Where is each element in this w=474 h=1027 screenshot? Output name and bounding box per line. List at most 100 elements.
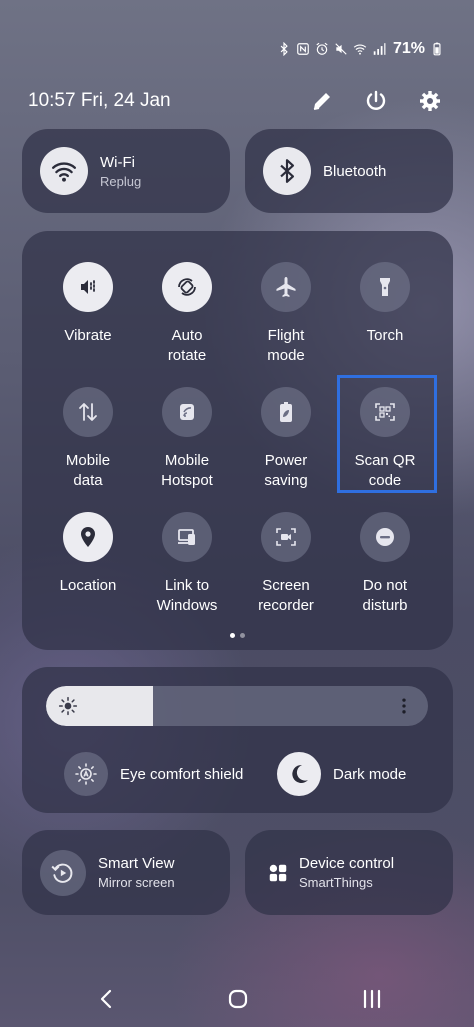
eye-comfort-toggle[interactable]: Eye comfort shield bbox=[64, 752, 243, 796]
more-options-icon[interactable] bbox=[394, 696, 414, 716]
quick-tile-battery-leaf[interactable]: Power saving bbox=[236, 387, 336, 491]
quick-tile-button[interactable] bbox=[261, 512, 311, 562]
brightness-slider[interactable] bbox=[46, 686, 428, 726]
back-button[interactable] bbox=[92, 984, 122, 1014]
smart-view-icon bbox=[51, 863, 73, 883]
vibrate-icon bbox=[81, 280, 95, 294]
quick-tile-label: Mobile Hotspot bbox=[161, 452, 213, 489]
power-button[interactable] bbox=[360, 85, 392, 117]
page-dot[interactable] bbox=[230, 633, 235, 638]
quick-panel-header: 10:57 Fri, 24 Jan bbox=[28, 86, 446, 116]
quick-tile-mobile-data[interactable]: Mobile data bbox=[38, 387, 138, 491]
scan-qr-highlight bbox=[337, 375, 437, 493]
quick-tile-button[interactable] bbox=[162, 512, 212, 562]
quick-tile-button[interactable] bbox=[63, 512, 113, 562]
smart-view-tile[interactable]: Smart View Mirror screen bbox=[22, 830, 230, 915]
smart-view-button[interactable] bbox=[40, 849, 86, 896]
quick-tile-label: Flight mode bbox=[267, 327, 305, 364]
navigation-bar bbox=[0, 978, 474, 1018]
bluetooth-status-icon bbox=[280, 42, 288, 56]
alarm-status-icon bbox=[316, 42, 328, 55]
bluetooth-title: Bluetooth bbox=[323, 162, 387, 180]
signal-status-icon bbox=[373, 43, 386, 55]
battery-leaf-icon bbox=[280, 402, 292, 422]
battery-percent: 71% bbox=[392, 40, 425, 57]
smart-view-subtitle: Mirror screen bbox=[98, 875, 175, 890]
dark-mode-toggle[interactable]: Dark mode bbox=[277, 752, 406, 796]
eye-comfort-icon bbox=[75, 763, 97, 785]
quick-tile-button[interactable] bbox=[162, 387, 212, 437]
quick-tile-button[interactable] bbox=[162, 262, 212, 312]
bluetooth-tile[interactable]: Bluetooth bbox=[245, 129, 453, 213]
smart-view-title: Smart View bbox=[98, 855, 175, 872]
wifi-status-icon bbox=[353, 44, 367, 55]
page-indicator bbox=[230, 633, 245, 638]
home-icon bbox=[228, 989, 248, 1009]
nfc-status-icon bbox=[297, 43, 309, 55]
quick-tile-label: Vibrate bbox=[64, 327, 112, 344]
recents-button[interactable] bbox=[357, 984, 387, 1014]
quick-tile-button[interactable] bbox=[261, 387, 311, 437]
edit-button[interactable] bbox=[306, 85, 338, 117]
quick-tile-airplane[interactable]: Flight mode bbox=[236, 262, 336, 366]
quick-tile-label: Location bbox=[59, 577, 117, 594]
bluetooth-icon bbox=[280, 159, 295, 183]
quick-tile-button[interactable] bbox=[63, 262, 113, 312]
page-dot[interactable] bbox=[240, 633, 245, 638]
quick-tile-auto-rotate[interactable]: Auto rotate bbox=[137, 262, 237, 366]
location-pin-icon bbox=[81, 527, 95, 547]
settings-button[interactable] bbox=[414, 85, 446, 117]
hotspot-icon bbox=[180, 404, 194, 420]
quick-tile-label: Screen recorder bbox=[258, 577, 314, 614]
quick-tile-do-not-disturb[interactable]: Do not disturb bbox=[335, 512, 435, 616]
device-control-tile[interactable]: Device control SmartThings bbox=[245, 830, 453, 915]
wifi-tile[interactable]: Wi-Fi Replug bbox=[22, 129, 230, 213]
sun-icon bbox=[58, 696, 78, 716]
screen-recorder-icon bbox=[276, 528, 296, 546]
quick-tile-link-to-windows[interactable]: Link to Windows bbox=[137, 512, 237, 616]
quick-tile-label: Mobile data bbox=[65, 452, 111, 489]
quick-tile-label: Torch bbox=[366, 327, 404, 344]
quick-tile-label: Auto rotate bbox=[167, 327, 207, 364]
quick-tile-label: Power saving bbox=[264, 452, 308, 489]
recents-icon bbox=[363, 989, 381, 1009]
quick-tile-vibrate[interactable]: Vibrate bbox=[38, 262, 138, 346]
quick-tile-label: Link to Windows bbox=[156, 577, 218, 614]
flashlight-icon bbox=[380, 278, 390, 296]
gear-icon bbox=[420, 91, 440, 111]
mobile-data-icon bbox=[79, 403, 97, 421]
eye-comfort-label: Eye comfort shield bbox=[120, 765, 244, 783]
eye-comfort-button[interactable] bbox=[64, 752, 108, 796]
quick-tile-screen-recorder[interactable]: Screen recorder bbox=[236, 512, 336, 616]
date-time: 10:57 Fri, 24 Jan bbox=[28, 90, 171, 111]
quick-tile-button[interactable] bbox=[360, 262, 410, 312]
wifi-network-name: Replug bbox=[100, 173, 142, 189]
device-control-subtitle: SmartThings bbox=[299, 875, 373, 890]
smartthings-icon bbox=[269, 864, 287, 881]
quick-tile-button[interactable] bbox=[261, 262, 311, 312]
airplane-icon bbox=[276, 277, 296, 297]
do-not-disturb-icon bbox=[376, 528, 394, 546]
quick-tile-location-pin[interactable]: Location bbox=[38, 512, 138, 596]
pencil-icon bbox=[313, 93, 330, 110]
dark-mode-label: Dark mode bbox=[333, 765, 407, 783]
battery-status-icon bbox=[433, 42, 441, 56]
dark-mode-button[interactable] bbox=[277, 752, 321, 796]
quick-tile-button[interactable] bbox=[360, 512, 410, 562]
link-to-windows-icon bbox=[178, 529, 195, 545]
quick-tile-flashlight[interactable]: Torch bbox=[335, 262, 435, 346]
mute-status-icon bbox=[335, 43, 347, 55]
back-icon bbox=[100, 989, 112, 1009]
quick-tile-hotspot[interactable]: Mobile Hotspot bbox=[137, 387, 237, 491]
wifi-title: Wi-Fi bbox=[100, 153, 135, 171]
auto-rotate-icon bbox=[178, 278, 196, 296]
device-control-title: Device control bbox=[299, 855, 395, 872]
moon-icon bbox=[292, 764, 308, 783]
home-button[interactable] bbox=[223, 984, 253, 1014]
power-icon bbox=[366, 90, 386, 110]
quick-tile-label: Do not disturb bbox=[362, 577, 408, 614]
quick-tile-button[interactable] bbox=[63, 387, 113, 437]
wifi-toggle[interactable] bbox=[40, 147, 88, 195]
bluetooth-toggle[interactable] bbox=[263, 147, 311, 195]
status-bar: 71% bbox=[277, 40, 444, 58]
